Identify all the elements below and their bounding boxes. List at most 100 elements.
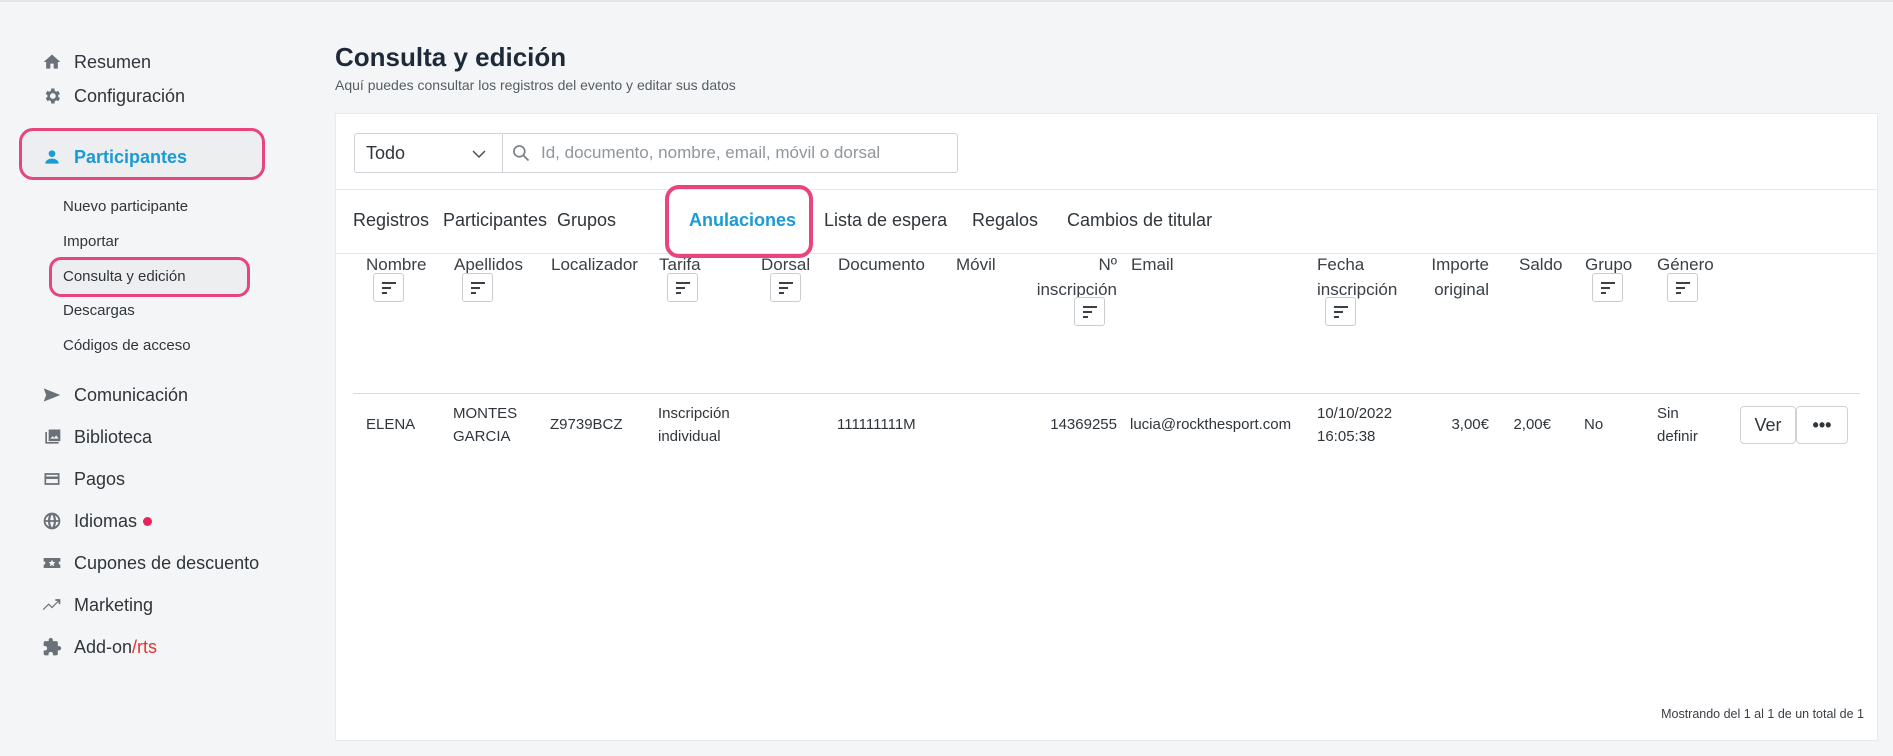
addon-rts-label: /rts <box>132 636 158 657</box>
page-subtitle: Aquí puedes consultar los registros del … <box>335 77 736 93</box>
sidebar-item-label: Marketing <box>74 594 154 615</box>
cell-genero-line1: Sin <box>1657 405 1679 422</box>
sidebar-item-label: Cupones de descuento <box>74 552 260 573</box>
cell-email: lucia@rockthesport.com <box>1130 416 1292 433</box>
column-header-fecha-line1: Fecha <box>1317 255 1365 274</box>
column-header-documento[interactable]: Documento <box>838 252 925 277</box>
send-icon <box>40 383 64 407</box>
trend-icon <box>40 593 64 617</box>
cell-nombre: ELENA <box>366 416 416 433</box>
subitem-nuevo-participante[interactable]: Nuevo participante <box>63 196 188 218</box>
column-header-inscripcion[interactable]: Nº inscripción <box>1026 252 1117 302</box>
sort-genero-button[interactable] <box>1667 273 1698 302</box>
subitem-importar[interactable]: Importar <box>63 231 119 253</box>
sidebar-item-label: Pagos <box>74 468 126 489</box>
user-icon <box>40 145 64 169</box>
sidebar-item-biblioteca[interactable]: Biblioteca <box>40 420 260 454</box>
search-icon <box>513 145 530 162</box>
cell-apellidos: MONTES GARCIA <box>453 402 517 448</box>
column-header-importe-line2: original <box>1434 280 1489 299</box>
sort-icon <box>1675 281 1690 294</box>
sort-icon <box>470 281 485 294</box>
cell-tarifa-line2: individual <box>658 428 721 445</box>
sidebar-item-comunicacion[interactable]: Comunicación <box>40 378 260 412</box>
more-options-button[interactable]: ••• <box>1796 406 1848 444</box>
sidebar-item-label: Comunicación <box>74 384 189 405</box>
notification-dot <box>143 516 153 526</box>
sort-fecha-button[interactable] <box>1325 297 1356 326</box>
cell-fecha: 10/10/2022 16:05:38 <box>1317 402 1392 448</box>
cell-fecha-line1: 10/10/2022 <box>1317 405 1393 422</box>
puzzle-icon <box>40 635 64 659</box>
cell-apellidos-line2: GARCIA <box>453 428 511 445</box>
sidebar-item-label: Biblioteca <box>74 426 153 447</box>
cell-saldo: 2,00€ <box>1513 416 1551 433</box>
column-header-movil[interactable]: Móvil <box>956 252 996 277</box>
tab-regalos[interactable]: Regalos <box>972 210 1038 231</box>
sidebar: Resumen Configuración Participantes Nuev… <box>0 0 320 756</box>
tab-registros[interactable]: Registros <box>353 210 429 231</box>
ticket-icon <box>40 551 64 575</box>
subitem-codigos-acceso[interactable]: Códigos de acceso <box>63 335 191 357</box>
cell-tarifa-line1: Inscripción <box>658 405 730 422</box>
view-button[interactable]: Ver <box>1740 406 1796 444</box>
gear-icon <box>40 84 64 108</box>
chevron-down-icon <box>472 150 486 159</box>
tab-cambios-titular[interactable]: Cambios de titular <box>1067 210 1212 231</box>
sidebar-item-marketing[interactable]: Marketing <box>40 588 260 622</box>
sort-tarifa-button[interactable] <box>667 273 698 302</box>
sidebar-item-configuracion[interactable]: Configuración <box>40 79 260 113</box>
cell-fecha-line2: 16:05:38 <box>1317 428 1376 445</box>
tab-anulaciones[interactable]: Anulaciones <box>689 210 796 231</box>
column-header-importe[interactable]: Importe original <box>1420 252 1489 302</box>
sort-icon <box>1600 281 1615 294</box>
sort-icon <box>1333 305 1348 318</box>
column-header-email[interactable]: Email <box>1131 252 1174 277</box>
cell-genero: Sin definir <box>1657 402 1698 448</box>
sort-grupo-button[interactable] <box>1592 273 1623 302</box>
cell-localizador: Z9739BCZ <box>550 416 623 433</box>
sidebar-item-addon[interactable]: Add-on/rts <box>40 630 260 664</box>
globe-icon <box>40 509 64 533</box>
gallery-icon <box>40 425 64 449</box>
tab-lista-espera[interactable]: Lista de espera <box>824 210 947 231</box>
sort-icon <box>778 281 793 294</box>
sort-nombre-button[interactable] <box>373 273 404 302</box>
sidebar-item-cupones[interactable]: Cupones de descuento <box>40 546 260 580</box>
sidebar-item-label: Resumen <box>74 51 152 72</box>
cell-grupo: No <box>1584 416 1604 433</box>
search-input[interactable] <box>541 143 941 163</box>
column-header-localizador[interactable]: Localizador <box>551 252 638 277</box>
cell-inscripcion: 14369255 <box>1050 416 1117 433</box>
sort-inscripcion-button[interactable] <box>1074 297 1105 326</box>
tab-grupos[interactable]: Grupos <box>557 210 616 231</box>
cell-genero-line2: definir <box>1657 428 1698 445</box>
column-header-saldo[interactable]: Saldo <box>1519 252 1562 277</box>
filter-selected-value: Todo <box>366 142 406 163</box>
sort-apellidos-button[interactable] <box>462 273 493 302</box>
sort-dorsal-button[interactable] <box>770 273 801 302</box>
cell-importe: 3,00€ <box>1451 416 1489 433</box>
content-card: Todo Registros Participantes Grupos Anul… <box>335 113 1878 741</box>
filter-select[interactable]: Todo <box>354 133 502 173</box>
sidebar-item-idiomas[interactable]: Idiomas <box>40 504 260 538</box>
pagination-info: Mostrando del 1 al 1 de un total de 1 <box>1661 707 1864 721</box>
cell-documento: 111111111M <box>837 416 916 433</box>
page-title: Consulta y edición <box>335 42 567 72</box>
sidebar-item-participantes[interactable]: Participantes <box>40 140 260 174</box>
sidebar-item-label: Idiomas <box>74 510 138 531</box>
cell-apellidos-line1: MONTES <box>453 405 518 422</box>
sidebar-item-pagos[interactable]: Pagos <box>40 462 260 496</box>
tab-participantes[interactable]: Participantes <box>443 210 547 231</box>
sort-icon <box>1082 305 1097 318</box>
column-header-inscripcion-line1: Nº <box>1098 255 1118 274</box>
column-header-fecha[interactable]: Fecha inscripción <box>1317 252 1397 302</box>
search-box[interactable] <box>502 133 958 173</box>
sidebar-item-label: Add-on <box>74 636 133 657</box>
subitem-descargas[interactable]: Descargas <box>63 300 135 322</box>
sidebar-item-label: Configuración <box>74 85 186 106</box>
sidebar-item-resumen[interactable]: Resumen <box>40 45 260 79</box>
table-header-divider <box>353 393 1860 394</box>
sort-icon <box>381 281 396 294</box>
subitem-consulta-edicion[interactable]: Consulta y edición <box>63 266 186 288</box>
